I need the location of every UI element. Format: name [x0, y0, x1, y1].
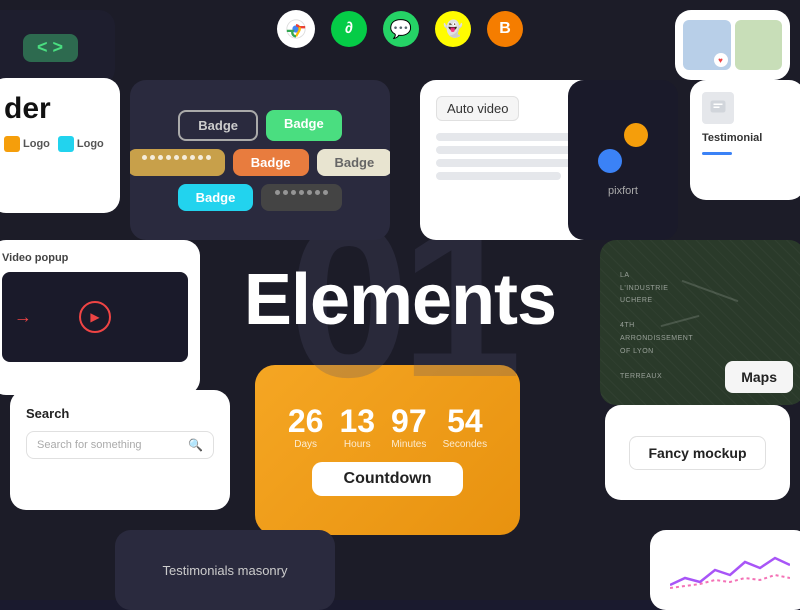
blogger-icon[interactable]: B	[487, 11, 523, 47]
badge-cyan-1[interactable]: Badge	[178, 184, 254, 211]
image-thumb-2	[735, 20, 783, 70]
testimonial-card: Testimonial	[690, 80, 800, 200]
builder-card: der Logo Logo	[0, 78, 120, 213]
logo-1: Logo	[4, 136, 50, 152]
heart-icon: ♥	[714, 53, 728, 67]
countdown-button[interactable]: Countdown	[312, 462, 464, 496]
search-label: Search	[26, 406, 214, 421]
content-line-4	[436, 172, 561, 180]
graph-card	[650, 530, 800, 610]
deviantart-icon[interactable]: ∂	[331, 11, 367, 47]
badges-card: Badge Badge Badge Badge Badge	[130, 80, 390, 240]
code-bracket-card: < >	[0, 10, 115, 85]
badge-row-1: Badge Badge	[178, 110, 341, 141]
countdown-hours-label: Hours	[344, 439, 371, 450]
search-placeholder: Search for something	[37, 439, 182, 451]
fancy-mockup-label: Fancy mockup	[629, 436, 765, 470]
badge-gray-1[interactable]: Badge	[317, 149, 391, 176]
whatsapp-icon[interactable]: 💬	[383, 11, 419, 47]
video-popup-card: Video popup → ▶	[0, 240, 200, 395]
logo-row: Logo Logo	[4, 136, 106, 152]
pixfort-shapes	[598, 123, 648, 173]
chrome-icon[interactable]	[277, 10, 315, 48]
badge-outline-1[interactable]: Badge	[178, 110, 258, 141]
page-title: Elements	[244, 259, 556, 341]
search-card: Search Search for something 🔍	[10, 390, 230, 510]
badge-green-1[interactable]: Badge	[266, 110, 342, 141]
map-overlay-text: LAL'INDUSTRIEUCHERE4THARRONDISSEMENTOF L…	[620, 270, 693, 383]
maps-card: LAL'INDUSTRIEUCHERE4THARRONDISSEMENTOF L…	[600, 240, 800, 405]
maps-label: Maps	[725, 361, 793, 393]
badge-dots-1[interactable]	[130, 149, 225, 176]
logo-2: Logo	[58, 136, 104, 152]
social-icons-row: ∂ 💬 👻 B	[277, 10, 523, 48]
auto-video-label: Auto video	[436, 96, 519, 121]
pixfort-circle-blue	[598, 149, 622, 173]
image-thumb-1: ♥	[683, 20, 731, 70]
testimonials-masonry-label: Testimonials masonry	[163, 563, 288, 578]
image-thumbs-card: ♥	[675, 10, 790, 80]
search-input-wrap[interactable]: Search for something 🔍	[26, 431, 214, 459]
badge-row-2: Badge Badge	[130, 149, 390, 176]
testimonial-line	[702, 152, 732, 155]
pixfort-circle-yellow	[624, 123, 648, 147]
builder-text: der	[4, 92, 106, 126]
pixfort-text: pixfort	[608, 185, 638, 197]
countdown-days-label: Days	[294, 439, 317, 450]
video-thumbnail[interactable]: → ▶	[2, 272, 188, 362]
countdown-seconds-label: Secondes	[443, 439, 487, 450]
testimonial-icon	[702, 92, 734, 124]
video-popup-label: Video popup	[2, 252, 188, 264]
search-icon: 🔍	[188, 438, 203, 452]
badge-dots-2[interactable]	[261, 184, 342, 211]
testimonial-label: Testimonial	[702, 132, 793, 144]
code-bracket-icon: < >	[23, 34, 78, 62]
badge-row-3: Badge	[178, 184, 343, 211]
fancy-mockup-card: Fancy mockup	[605, 405, 790, 500]
play-button[interactable]: ▶	[79, 301, 111, 333]
testimonials-masonry-card: Testimonials masonry	[115, 530, 335, 610]
snapchat-icon[interactable]: 👻	[435, 11, 471, 47]
video-arrow-icon: →	[14, 307, 32, 328]
countdown-minutes-label: Minutes	[391, 439, 426, 450]
pixfort-card: pixfort	[568, 80, 678, 240]
graph-svg	[670, 550, 790, 590]
badge-orange-1[interactable]: Badge	[233, 149, 309, 176]
